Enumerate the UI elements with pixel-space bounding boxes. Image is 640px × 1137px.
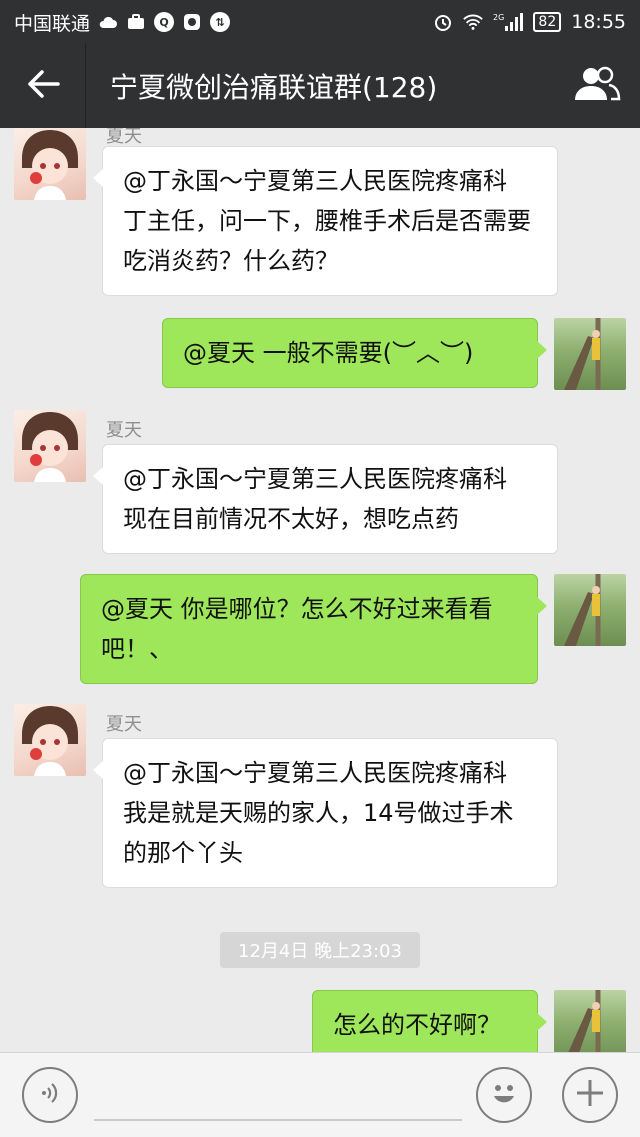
group-members-icon xyxy=(573,66,621,106)
outgoing-message-bubble[interactable]: @夏天 一般不需要(︶︿︶) xyxy=(162,318,547,388)
status-right: 2G 82 18:55 xyxy=(433,11,626,33)
message-list[interactable]: 夏天 @丁永国～宁夏第三人民医院疼痛科 丁主任，问一下，腰椎手术后是否需要吃消炎… xyxy=(0,128,640,1052)
signal-label: 2G xyxy=(493,13,504,22)
status-bar: 中国联通 Q ⇅ 2G 82 18:55 xyxy=(0,0,640,44)
back-button[interactable] xyxy=(0,44,86,128)
battery-indicator: 82 xyxy=(533,12,562,32)
q-app-icon: Q xyxy=(154,12,175,32)
outgoing-message-bubble[interactable]: @夏天 你是哪位？怎么不好过来看看吧！、 xyxy=(80,574,547,684)
sync-icon: ⇅ xyxy=(210,12,231,32)
emoji-button[interactable] xyxy=(476,1067,532,1123)
plus-icon xyxy=(574,1077,606,1113)
chat-app-icon xyxy=(182,12,202,32)
my-avatar[interactable] xyxy=(554,574,626,646)
sender-name: 夏天 xyxy=(106,128,142,147)
sender-name: 夏天 xyxy=(106,420,142,441)
sender-avatar[interactable] xyxy=(14,128,86,200)
cell-signal-icon: 2G xyxy=(493,12,524,32)
status-left: 中国联通 Q ⇅ xyxy=(14,9,231,36)
time-divider: 12月4日 晚上23:03 xyxy=(220,932,420,968)
briefcase-icon xyxy=(126,12,146,32)
my-avatar[interactable] xyxy=(554,990,626,1052)
sender-avatar[interactable] xyxy=(14,704,86,776)
voice-icon xyxy=(37,1080,63,1110)
incoming-message-bubble[interactable]: @丁永国～宁夏第三人民医院疼痛科 我是就是天赐的家人，14号做过手术的那个丫头 xyxy=(93,738,558,888)
voice-button[interactable] xyxy=(22,1067,78,1123)
more-button[interactable] xyxy=(562,1067,618,1123)
sender-avatar[interactable] xyxy=(14,410,86,482)
group-info-button[interactable] xyxy=(554,44,640,128)
back-arrow-icon xyxy=(26,69,60,103)
chat-title: 宁夏微创治痛联谊群(128) xyxy=(110,71,438,104)
emoji-icon xyxy=(484,1073,524,1117)
wifi-icon xyxy=(463,12,484,32)
chat-header: 宁夏微创治痛联谊群(128) xyxy=(0,44,640,128)
carrier-label: 中国联通 xyxy=(14,12,91,35)
alarm-icon xyxy=(433,12,453,32)
my-avatar[interactable] xyxy=(554,318,626,390)
message-input[interactable] xyxy=(94,1119,462,1121)
incoming-message-bubble[interactable]: @丁永国～宁夏第三人民医院疼痛科 现在目前情况不太好，想吃点药 xyxy=(93,444,558,554)
sender-name: 夏天 xyxy=(106,714,142,735)
outgoing-message-bubble[interactable]: 怎么的不好啊？ xyxy=(312,990,547,1052)
cloud-icon xyxy=(98,12,118,32)
input-bar xyxy=(0,1052,640,1137)
clock: 18:55 xyxy=(571,11,626,33)
incoming-message-bubble[interactable]: @丁永国～宁夏第三人民医院疼痛科 丁主任，问一下，腰椎手术后是否需要吃消炎药？什… xyxy=(93,146,558,296)
